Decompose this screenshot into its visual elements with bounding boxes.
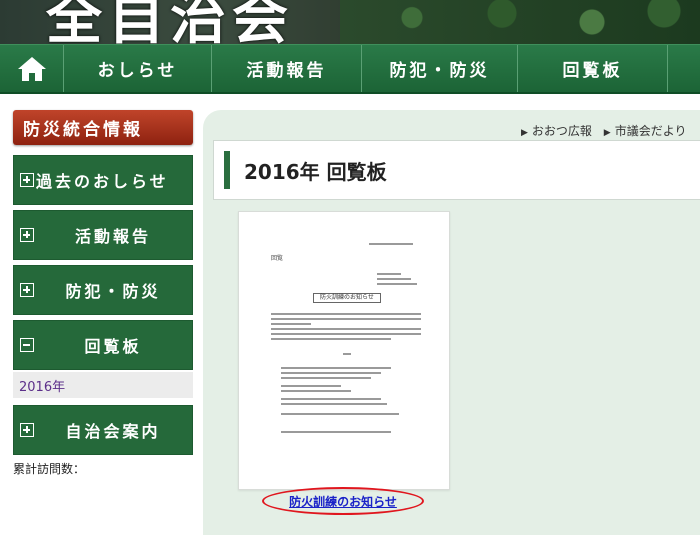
minus-box-icon [20,338,34,352]
nav-home-button[interactable] [0,45,64,92]
main-nav: おしらせ 活動報告 防犯・防災 回覧板 [0,44,700,94]
visit-counter-label: 累計訪問数： [13,462,86,476]
nav-item-kairanban[interactable]: 回覧板 [518,45,668,92]
sidebar-item-label: 自治会案内 [65,422,161,441]
sidebar-subitem-2016[interactable]: 2016年 [13,372,193,398]
nav-item-label: 防犯・防災 [389,61,490,81]
document-caption-link[interactable]: 防火訓練のお知らせ [289,493,397,510]
plus-box-icon [20,173,34,187]
home-icon [17,56,46,81]
sidebar-item-association-guide[interactable]: 自治会案内 [13,405,193,455]
sidebar-item-activity[interactable]: 活動報告 [13,210,193,260]
nav-item-label: おしらせ [97,61,178,81]
sidebar-item-label: 回覧板 [84,337,142,356]
triangle-right-icon: ▶ [603,128,611,138]
nav-item-label: 回覧板 [562,61,623,81]
nav-item-safety[interactable]: 防犯・防災 [362,45,518,92]
nav-item-oshirase[interactable]: おしらせ [64,45,212,92]
document-tag: 回覧 [271,255,284,262]
link-shigikai-dayori[interactable]: 市議会だより [615,124,687,138]
sidebar-disaster-info-button[interactable]: 防災統合情報 [13,110,193,145]
sidebar-subitem-label: 2016年 [19,379,66,395]
document-heading: 防火訓練のお知らせ [313,293,381,303]
banner-forest-image [340,0,700,44]
nav-item-activity[interactable]: 活動報告 [212,45,362,92]
plus-box-icon [20,283,34,297]
title-accent-bar [224,151,230,189]
page-title-box: 2016年 回覧板 [213,140,700,200]
sidebar-item-safety[interactable]: 防犯・防災 [13,265,193,315]
page-title: 2016年 回覧板 [244,160,387,184]
plus-box-icon [20,228,34,242]
sidebar-item-label: 防犯・防災 [65,282,161,301]
plus-box-icon [20,423,34,437]
sidebar-header-label: 防災統合情報 [23,120,143,140]
nav-item-more[interactable] [668,45,700,92]
site-title: 全自治会 [46,0,294,44]
document-link-highlight[interactable]: 防火訓練のお知らせ [262,487,424,515]
sidebar-item-label: 活動報告 [74,227,151,246]
top-links: ▶ おおつ広報 ▶ 市議会だより [521,122,694,139]
header-banner: 全自治会 [0,0,700,44]
sidebar-item-past-news[interactable]: 過去のおしらせ [13,155,193,205]
nav-item-label: 活動報告 [246,61,327,81]
document-thumbnail[interactable]: 回覧 防火訓練のお知らせ [238,211,450,490]
sidebar-item-label: 過去のおしらせ [36,172,169,191]
sidebar-item-kairanban[interactable]: 回覧板 [13,320,193,370]
document-preview: 回覧 防火訓練のお知らせ [259,237,431,467]
triangle-right-icon: ▶ [521,128,528,138]
link-otsu-koho[interactable]: おおつ広報 [532,124,592,138]
